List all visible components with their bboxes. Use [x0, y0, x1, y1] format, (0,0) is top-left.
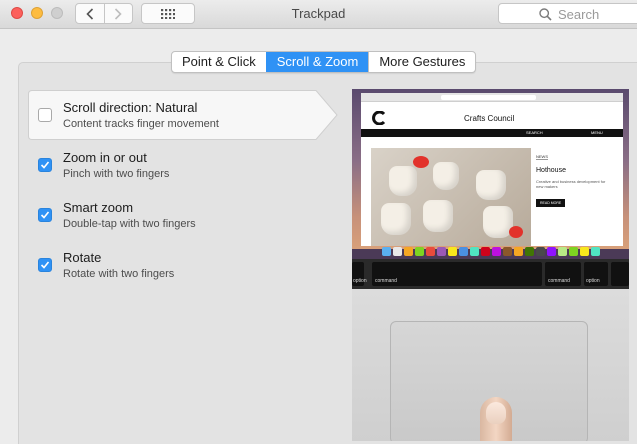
key-command-left: command [375, 278, 397, 284]
browser-url-field [441, 95, 536, 100]
key-option-right: option [586, 278, 600, 284]
article-card: NEWS Hothouse Creative and business deve… [536, 151, 616, 241]
search-placeholder: Search [558, 7, 600, 22]
show-all-button[interactable] [141, 3, 195, 24]
tab-more-gestures[interactable]: More Gestures [368, 52, 475, 72]
chevron-right-icon [115, 7, 122, 20]
rotate-checkbox[interactable] [38, 258, 52, 272]
zoom-window-button[interactable] [51, 7, 63, 19]
grid-icon [161, 8, 175, 19]
article-read-more: READ MORE [536, 199, 566, 207]
smart-zoom-checkbox[interactable] [38, 208, 52, 222]
preview-dock [382, 247, 612, 258]
key-command-right: command [548, 278, 570, 284]
forward-button[interactable] [103, 4, 133, 23]
navigation-buttons [75, 3, 133, 24]
article-title: Hothouse [536, 167, 566, 174]
search-icon [539, 8, 552, 21]
option-title: Smart zoom [63, 200, 134, 215]
selected-option-highlight [28, 90, 338, 140]
window-title: Trackpad [291, 6, 346, 21]
chevron-left-icon [86, 7, 93, 20]
minimize-window-button[interactable] [31, 7, 43, 19]
key-option-left: option [353, 278, 367, 284]
option-title: Zoom in or out [63, 150, 147, 165]
finger-illustration [480, 397, 512, 441]
site-nav-menu: MENU [591, 130, 603, 135]
checkmark-icon [40, 211, 50, 219]
gesture-preview: Crafts Council SEARCH MENU NEWS Hothouse… [352, 89, 629, 441]
option-subtitle: Pinch with two fingers [63, 168, 170, 180]
close-window-button[interactable] [11, 7, 23, 19]
option-subtitle: Double-tap with two fingers [63, 218, 196, 230]
browser-toolbar [361, 93, 623, 102]
tab-point-click[interactable]: Point & Click [172, 52, 266, 72]
title-bar: Trackpad Search [0, 0, 637, 29]
back-button[interactable] [76, 4, 104, 23]
preview-keyboard: option command command option [352, 259, 629, 289]
option-subtitle: Content tracks finger movement [63, 118, 219, 130]
checkmark-icon [40, 261, 50, 269]
laptop-palm-rest [352, 289, 629, 441]
article-tag: NEWS [536, 154, 548, 160]
ceramics-photo [371, 148, 531, 246]
scroll-direction-checkbox[interactable] [38, 108, 52, 122]
preview-browser-window: Crafts Council SEARCH MENU NEWS Hothouse… [361, 93, 623, 246]
option-title: Rotate [63, 250, 102, 265]
option-title: Scroll direction: Natural [63, 100, 198, 115]
option-subtitle: Rotate with two fingers [63, 268, 175, 280]
zoom-in-out-checkbox[interactable] [38, 158, 52, 172]
search-input[interactable]: Search [498, 3, 637, 24]
checkmark-icon [40, 161, 50, 169]
crafts-council-logo-icon [372, 111, 386, 125]
site-nav-search: SEARCH [526, 130, 543, 135]
site-nav: SEARCH MENU [361, 129, 623, 137]
tab-scroll-zoom[interactable]: Scroll & Zoom [265, 52, 369, 72]
site-name: Crafts Council [464, 114, 515, 123]
tab-bar: Point & Click Scroll & Zoom More Gesture… [171, 51, 477, 73]
article-body: Creative and business development for ne… [536, 179, 606, 189]
